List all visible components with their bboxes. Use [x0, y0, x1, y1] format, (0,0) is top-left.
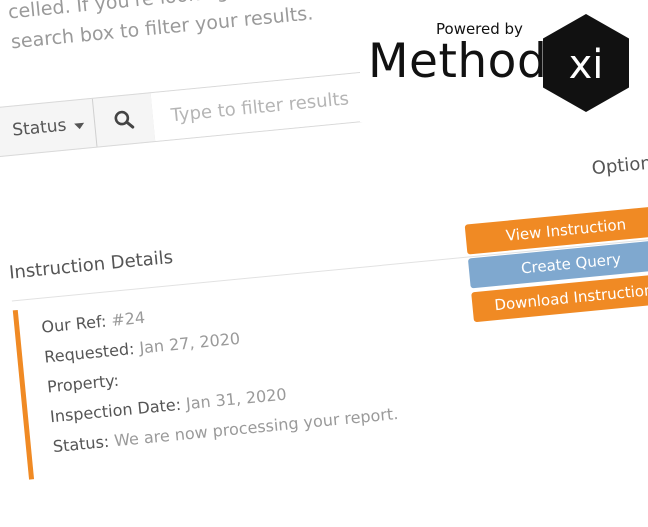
search-icon — [114, 110, 135, 129]
method-wordmark: Method — [368, 34, 548, 89]
status-filter-dropdown[interactable]: Status — [0, 98, 98, 157]
property-label: Property: — [46, 370, 120, 397]
inspection-date-label: Inspection Date: — [49, 394, 182, 427]
ref-row: Our Ref: #24 — [41, 308, 146, 337]
details-column-heading: Instruction Details — [8, 246, 174, 284]
search-button[interactable] — [92, 93, 157, 147]
instruction-details-card: Our Ref: #24 Requested: Jan 27, 2020 Pro… — [12, 267, 473, 480]
caret-down-icon — [74, 122, 85, 130]
status-label: Status: — [52, 431, 111, 457]
xi-hexagon-logo: xi — [543, 14, 629, 112]
property-row: Property: — [46, 371, 119, 397]
xi-logo-text: xi — [569, 42, 604, 88]
inspection-date-value: Jan 31, 2020 — [185, 384, 288, 414]
status-filter-label: Status — [11, 115, 68, 141]
requested-value: Jan 27, 2020 — [138, 328, 241, 358]
options-column-heading: Option — [590, 152, 648, 180]
ref-value: #24 — [110, 307, 146, 330]
requested-label: Requested: — [43, 338, 136, 367]
requested-row: Requested: Jan 27, 2020 — [43, 329, 240, 367]
method-xi-branding: Powered by Method xi — [360, 0, 648, 122]
ref-label: Our Ref: — [40, 311, 108, 337]
